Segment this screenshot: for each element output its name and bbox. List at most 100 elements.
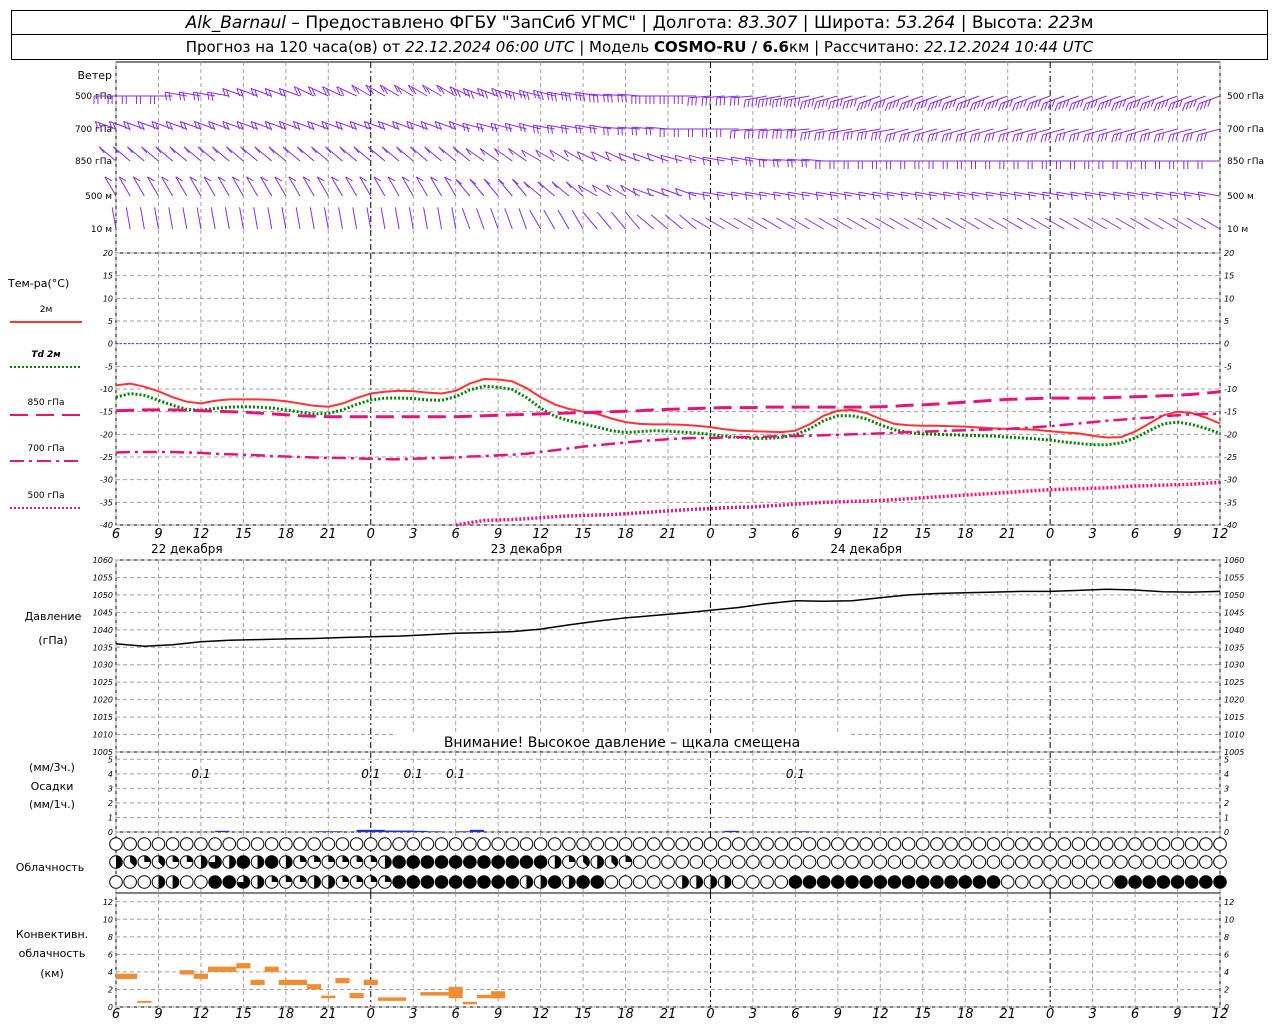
conv-bar (476, 994, 492, 999)
cloud-circle (859, 837, 873, 851)
cloud-symbol (859, 855, 873, 869)
conv-bar (179, 970, 194, 975)
wind-barb (729, 95, 753, 106)
hour-label: 6 (112, 527, 120, 542)
wind-barb-flag (645, 127, 648, 136)
precip-title-3: (мм/1ч.) (29, 798, 75, 811)
wind-barb-flag (846, 132, 849, 141)
wind-barb-shaft (295, 207, 301, 230)
wind-barb (518, 208, 527, 230)
cloud-symbol (519, 855, 534, 869)
cloud-circle (647, 875, 661, 889)
wind-barb (196, 207, 202, 230)
hour-label: 0 (367, 1007, 375, 1022)
cloud-circle (675, 855, 689, 869)
wind-barb-flag (730, 192, 734, 201)
cloud-circle (194, 837, 208, 851)
wind-barb (211, 146, 230, 162)
wind-barb-flag (729, 97, 732, 106)
wind-barb-flag (818, 132, 821, 141)
wind-barb (497, 178, 513, 197)
wind-barb-flag (701, 97, 704, 106)
cloud-symbol (519, 837, 534, 851)
cloud-symbol (448, 837, 463, 851)
wind-barb-flag (783, 97, 786, 106)
wind-barb-flag (931, 133, 935, 142)
cloud-circle (873, 837, 888, 851)
temp-tick-right: -10 (1224, 385, 1237, 394)
cloud-symbol (363, 875, 378, 889)
wind-barb (224, 207, 230, 230)
wind-barb-shaft (679, 214, 697, 230)
conv-bar (349, 992, 364, 999)
cloud-circle (208, 837, 222, 851)
wind-barb-flag (1129, 133, 1133, 142)
wind-barb-flag (949, 132, 953, 141)
hour-label: 18 (957, 1007, 974, 1022)
wind-barb-flag (730, 157, 734, 166)
wind-barb-flag (787, 192, 790, 201)
conv-bar (137, 1000, 152, 1003)
wind-barb (438, 146, 457, 162)
wind-barb (551, 181, 570, 197)
cloud-fill (285, 855, 293, 869)
wind-barb-flag (1167, 103, 1172, 112)
temp-legend-label: 500 гПа (27, 491, 64, 501)
cloud-circle (1199, 837, 1213, 851)
wind-barb-flag (526, 92, 530, 101)
conv-bar (462, 1001, 477, 1005)
cloud-fill (271, 875, 278, 882)
cloud-symbol (647, 837, 661, 851)
cloud-symbol (378, 837, 392, 851)
cloud-symbol (264, 855, 279, 869)
cloud-symbol (689, 837, 704, 851)
hour-label: 21 (320, 1007, 337, 1022)
cloud-circle (703, 837, 718, 851)
wind-barb (260, 176, 273, 197)
wind-barb-flag (776, 159, 779, 168)
cloud-circle (746, 837, 760, 851)
cloud-symbol (746, 855, 760, 869)
wind-barb-flag (914, 192, 918, 201)
cloud-circle (887, 855, 902, 869)
cloud-circle (675, 837, 689, 851)
wind-barb-shaft (353, 146, 372, 162)
cloud-symbol (717, 875, 732, 889)
cloud-circle (746, 855, 760, 869)
wind-barb (1183, 160, 1206, 169)
wind-barb (483, 178, 499, 197)
cloud-fill (200, 855, 208, 869)
cloud-symbol (1043, 875, 1057, 889)
wind-barb (504, 208, 513, 230)
conv-tick-right: 12 (1224, 898, 1234, 907)
wind-barb-flag (934, 132, 938, 141)
wind-barb (415, 176, 428, 197)
cloud-circle (123, 875, 137, 889)
wind-barb-flag (776, 130, 778, 139)
wind-barb-flag (771, 99, 775, 108)
wind-level-left: 700 гПа (75, 125, 112, 135)
wind-barb (189, 176, 202, 197)
wind-barb (253, 207, 259, 230)
cloud-symbol (264, 875, 279, 889)
cloud-circle (1071, 855, 1086, 869)
wind-barb-shaft (582, 211, 598, 230)
cloud-symbol (420, 855, 435, 869)
wind-barb-shaft (529, 209, 542, 230)
cloud-symbol (349, 875, 364, 889)
wind-barb-flag (839, 98, 843, 107)
wind-barb-flag (969, 103, 974, 112)
cloud-circle (590, 837, 605, 851)
hour-label: 3 (1088, 1007, 1096, 1022)
wind-barb-shaft (267, 207, 273, 230)
wind-barb (985, 160, 1008, 169)
cloud-symbol (915, 837, 930, 851)
wind-barb-shaft (396, 146, 414, 162)
cloud-circle (717, 837, 732, 851)
cloud-symbol (321, 855, 336, 869)
hour-label: 12 (1212, 527, 1229, 542)
wind-barb-flag (164, 92, 167, 101)
cloud-symbol (760, 855, 774, 869)
cloud-symbol (1156, 837, 1171, 851)
cloud-fill (506, 855, 519, 869)
